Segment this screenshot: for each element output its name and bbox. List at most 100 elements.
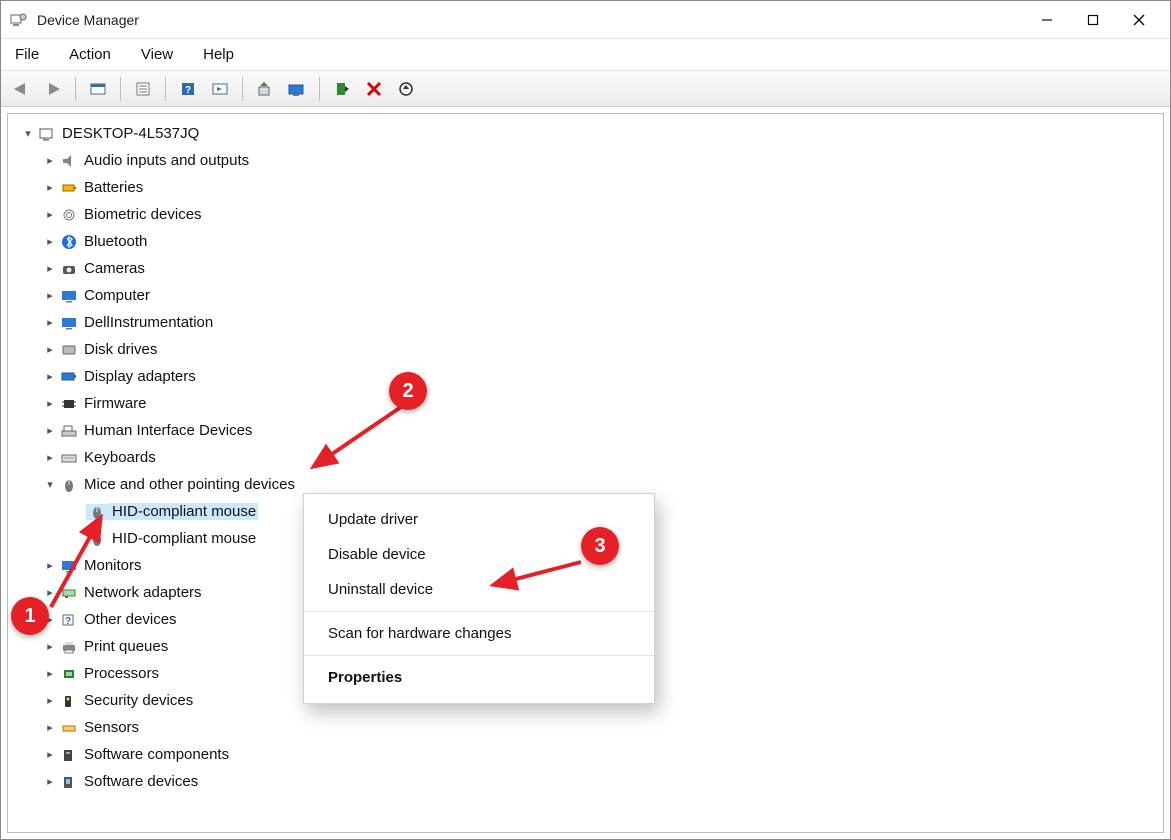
- tree-category-firmware[interactable]: ▸ Firmware: [8, 390, 1163, 417]
- software-device-icon: [58, 774, 80, 790]
- device-label: HID-compliant mouse: [108, 530, 256, 547]
- chevron-right-icon[interactable]: ▸: [42, 748, 58, 761]
- enable-device-button[interactable]: [328, 76, 356, 102]
- chevron-right-icon[interactable]: ▸: [42, 451, 58, 464]
- category-label: Software devices: [80, 773, 198, 790]
- category-label: Human Interface Devices: [80, 422, 252, 439]
- chevron-right-icon[interactable]: ▸: [42, 775, 58, 788]
- action-button[interactable]: [206, 76, 234, 102]
- tree-category-softcomp[interactable]: ▸Software components: [8, 741, 1163, 768]
- category-label: Mice and other pointing devices: [80, 476, 295, 493]
- maximize-button[interactable]: [1070, 4, 1116, 36]
- context-menu-properties[interactable]: Properties: [304, 660, 654, 695]
- battery-icon: [58, 180, 80, 196]
- hid-icon: [58, 423, 80, 439]
- tree-category-batteries[interactable]: ▸ Batteries: [8, 174, 1163, 201]
- annotation-marker-3: 3: [581, 527, 619, 565]
- keyboard-icon: [58, 450, 80, 466]
- context-menu-separator: [304, 655, 654, 656]
- scan-hardware-button[interactable]: [283, 76, 311, 102]
- chevron-right-icon[interactable]: ▸: [42, 343, 58, 356]
- category-label: Bluetooth: [80, 233, 147, 250]
- back-button[interactable]: [7, 76, 35, 102]
- chevron-right-icon[interactable]: ▸: [42, 262, 58, 275]
- tree-category-diskdrives[interactable]: ▸Disk drives: [8, 336, 1163, 363]
- context-menu-uninstall-device[interactable]: Uninstall device: [304, 572, 654, 607]
- chevron-right-icon[interactable]: ▸: [42, 208, 58, 221]
- computer-icon: [36, 126, 58, 142]
- chevron-right-icon[interactable]: ▸: [42, 370, 58, 383]
- chevron-down-icon[interactable]: ▾: [20, 127, 36, 140]
- tree-category-audio[interactable]: ▸Audio inputs and outputs: [8, 147, 1163, 174]
- uninstall-device-button[interactable]: [360, 76, 388, 102]
- tree-category-biometric[interactable]: ▸ Biometric devices: [8, 201, 1163, 228]
- sensor-icon: [58, 720, 80, 736]
- category-label: DellInstrumentation: [80, 314, 213, 331]
- menu-view[interactable]: View: [137, 42, 177, 67]
- category-label: Cameras: [80, 260, 145, 277]
- chevron-right-icon[interactable]: ▸: [42, 289, 58, 302]
- show-hidden-button[interactable]: [84, 76, 112, 102]
- chevron-right-icon[interactable]: ▸: [42, 316, 58, 329]
- tree-category-dellinstr[interactable]: ▸ DellInstrumentation: [8, 309, 1163, 336]
- toolbar-separator: [75, 77, 76, 101]
- tree-root[interactable]: ▾ DESKTOP-4L537JQ: [8, 120, 1163, 147]
- chevron-down-icon[interactable]: ▾: [42, 478, 58, 491]
- tree-category-keyboards[interactable]: ▸Keyboards: [8, 444, 1163, 471]
- tree-category-display[interactable]: ▸ Display adapters: [8, 363, 1163, 390]
- menubar: File Action View Help: [1, 39, 1170, 71]
- properties-button[interactable]: [129, 76, 157, 102]
- context-menu-scan-hardware[interactable]: Scan for hardware changes: [304, 616, 654, 651]
- chevron-right-icon[interactable]: ▸: [42, 694, 58, 707]
- tree-category-computer[interactable]: ▸Computer: [8, 282, 1163, 309]
- chevron-right-icon[interactable]: ▸: [42, 397, 58, 410]
- category-label: Biometric devices: [80, 206, 202, 223]
- camera-icon: [58, 261, 80, 277]
- svg-text:?: ?: [65, 616, 71, 627]
- chip-icon: [58, 396, 80, 412]
- annotation-marker-2: 2: [389, 372, 427, 410]
- context-menu-separator: [304, 611, 654, 612]
- annotation-arrow-3: [481, 557, 591, 597]
- category-label: Security devices: [80, 692, 193, 709]
- tree-category-sensors[interactable]: ▸Sensors: [8, 714, 1163, 741]
- category-label: Display adapters: [80, 368, 196, 385]
- device-tree-pane[interactable]: ▾ DESKTOP-4L537JQ ▸Audio inputs and outp…: [7, 113, 1164, 833]
- close-button[interactable]: [1116, 4, 1162, 36]
- tree-category-softdev[interactable]: ▸ Software devices: [8, 768, 1163, 795]
- chevron-right-icon[interactable]: ▸: [42, 640, 58, 653]
- menu-action[interactable]: Action: [65, 42, 115, 67]
- category-label: Batteries: [80, 179, 143, 196]
- chevron-right-icon[interactable]: ▸: [42, 154, 58, 167]
- toolbar-separator: [319, 77, 320, 101]
- annotation-arrow-2: [301, 402, 411, 482]
- window-title: Device Manager: [37, 12, 1024, 28]
- toolbar-separator: [120, 77, 121, 101]
- chevron-right-icon[interactable]: ▸: [42, 667, 58, 680]
- forward-button[interactable]: [39, 76, 67, 102]
- monitor-icon: [58, 288, 80, 304]
- toolbar-separator: [165, 77, 166, 101]
- update-driver-button[interactable]: [251, 76, 279, 102]
- category-label: Processors: [80, 665, 159, 682]
- titlebar: Device Manager: [1, 1, 1170, 39]
- chevron-right-icon[interactable]: ▸: [42, 235, 58, 248]
- menu-file[interactable]: File: [11, 42, 43, 67]
- chevron-right-icon[interactable]: ▸: [42, 721, 58, 734]
- content-area: ▾ DESKTOP-4L537JQ ▸Audio inputs and outp…: [1, 107, 1170, 839]
- tree-category-hid[interactable]: ▸ Human Interface Devices: [8, 417, 1163, 444]
- chevron-right-icon[interactable]: ▸: [42, 424, 58, 437]
- cpu-icon: [58, 666, 80, 682]
- menu-help[interactable]: Help: [199, 42, 238, 67]
- annotation-arrow-1: [46, 507, 116, 617]
- help-button[interactable]: ?: [174, 76, 202, 102]
- tree-category-bluetooth[interactable]: ▸ Bluetooth: [8, 228, 1163, 255]
- disable-device-button[interactable]: [392, 76, 420, 102]
- chevron-right-icon[interactable]: ▸: [42, 181, 58, 194]
- toolbar-separator: [242, 77, 243, 101]
- security-device-icon: [58, 693, 80, 709]
- svg-text:?: ?: [185, 85, 191, 96]
- minimize-button[interactable]: [1024, 4, 1070, 36]
- category-label: Firmware: [80, 395, 147, 412]
- tree-category-cameras[interactable]: ▸ Cameras: [8, 255, 1163, 282]
